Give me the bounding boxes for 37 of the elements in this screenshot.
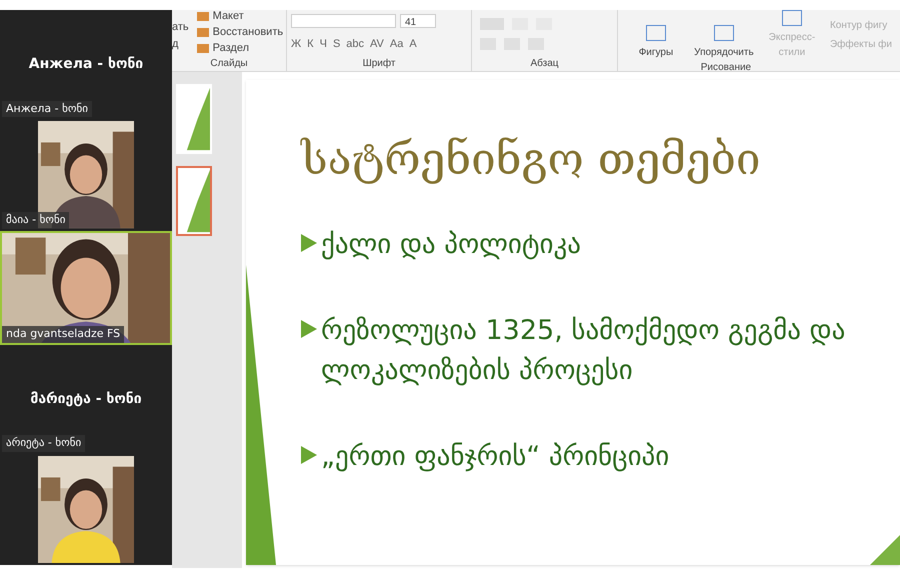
participant-name: მარიეტა - ხონი — [30, 390, 142, 409]
bullet-icon — [301, 446, 317, 464]
ribbon-label: ать — [172, 20, 189, 35]
ribbon-button[interactable]: Макет — [196, 10, 284, 23]
group-label: Слайды — [209, 57, 249, 71]
ribbon-button[interactable]: Раздел — [196, 42, 284, 55]
ribbon-button[interactable]: Упорядочить — [694, 25, 754, 60]
font-field[interactable] — [291, 14, 396, 28]
bullet-text: „ერთი ფანჯრის“ პრინციპი — [321, 440, 670, 474]
slide-title: სატრენინგო თემები — [301, 133, 762, 187]
bullet-text: რეზოლუცია 1325, სამოქმედო გეგმა და ლოკალიზების პროცესი — [321, 314, 846, 388]
slide-decoration — [870, 535, 900, 565]
participant-name: Анжела - ხონი — [28, 55, 144, 74]
ribbon-button[interactable]: Фигуры — [626, 25, 686, 60]
participant-label: მაია - ხონი — [2, 212, 70, 228]
format-button[interactable]: Aa — [390, 36, 404, 52]
ribbon-label: д — [172, 36, 180, 52]
format-button[interactable]: К — [307, 36, 314, 52]
font-size-field[interactable]: 41 — [400, 14, 436, 28]
format-button[interactable]: AV — [370, 36, 384, 52]
format-button[interactable]: A — [409, 36, 417, 52]
slide-thumbnail[interactable] — [176, 84, 212, 154]
group-label: Шрифт — [362, 57, 396, 71]
format-button[interactable]: S — [332, 36, 340, 52]
format-button[interactable]: abc — [346, 36, 364, 52]
slide-thumbnail[interactable] — [176, 166, 212, 236]
format-button[interactable]: Ч — [320, 36, 327, 52]
group-label: Абзац — [529, 57, 560, 71]
participant-label: არიეტა - ხონი — [2, 435, 86, 452]
ribbon-button[interactable]: Восстановить — [196, 26, 284, 39]
format-button[interactable]: Ж — [291, 36, 302, 52]
bullet-text: ქალი და პოლიტიკა — [321, 228, 582, 262]
bullet-icon — [301, 234, 317, 252]
bullet-icon — [301, 320, 317, 338]
participant-label: Анжела - ხონი — [2, 100, 92, 118]
participant-label: nda gvantseladze FS — [2, 326, 124, 342]
group-label: Рисование — [700, 61, 752, 75]
